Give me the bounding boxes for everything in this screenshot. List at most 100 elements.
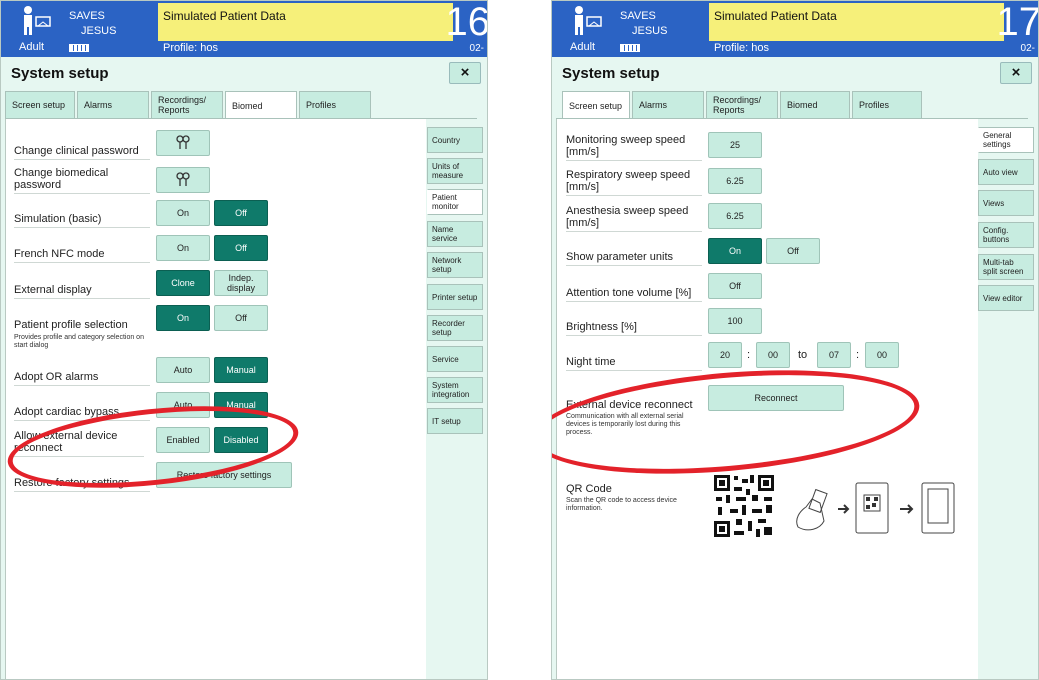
time-separator: : (747, 349, 751, 361)
night-time-from-minute[interactable]: 00 (756, 342, 790, 368)
patient-type: Adult (19, 41, 45, 53)
patient-icon (575, 6, 602, 35)
battery-icon (69, 44, 89, 52)
side-tab-name-service[interactable]: Name service (427, 221, 483, 247)
external-display-indep-button[interactable]: Indep. display (214, 270, 268, 296)
side-tab-auto-view[interactable]: Auto view (978, 159, 1034, 185)
reconnect-button[interactable]: Reconnect (708, 385, 844, 411)
side-tab-multi-tab-split-screen[interactable]: Multi-tab split screen (978, 254, 1034, 280)
tab-biomed[interactable]: Biomed (780, 91, 850, 119)
tab-biomed[interactable]: Biomed (225, 91, 297, 121)
side-tab-network-setup[interactable]: Network setup (427, 252, 483, 278)
french-nfc-on-button[interactable]: On (156, 235, 210, 261)
side-tab-recorder-setup[interactable]: Recorder setup (427, 315, 483, 341)
side-tab-patient-monitor[interactable]: Patient monitor (427, 189, 483, 215)
side-tab-units-of-measure[interactable]: Units of measure (427, 158, 483, 184)
side-tab-system-integration[interactable]: System integration (427, 377, 483, 403)
label-external-device-reconnect: External device reconnect (566, 399, 693, 411)
date-fragment: 02- (1020, 43, 1035, 54)
side-tab-views[interactable]: Views (978, 190, 1034, 216)
show-units-off-button[interactable]: Off (766, 238, 820, 264)
label-attention-tone-volume: Attention tone volume [%] (566, 287, 702, 302)
patient-header: Adult SAVES JESUS Simulated Patient Data… (1, 1, 487, 57)
adopt-or-alarms-auto-button[interactable]: Auto (156, 357, 210, 383)
side-tab-country[interactable]: Country (427, 127, 483, 153)
patient-name-line1: SAVES (620, 10, 656, 22)
label-anesthesia-sweep-speed: Anesthesia sweep speed [mm/s] (566, 205, 702, 232)
profile-label[interactable]: Profile: hos (714, 42, 769, 54)
tab-recordings-reports[interactable]: Recordings/ Reports (706, 91, 778, 119)
battery-icon (620, 44, 640, 52)
tab-alarms[interactable]: Alarms (77, 91, 149, 119)
tab-screen-setup[interactable]: Screen setup (562, 91, 630, 121)
external-display-clone-button[interactable]: Clone (156, 270, 210, 296)
anesthesia-sweep-speed-value[interactable]: 6.25 (708, 203, 762, 229)
simulation-off-button[interactable]: Off (214, 200, 268, 226)
dialog-title-bar: System setup × (552, 57, 1038, 87)
label-show-parameter-units: Show parameter units (566, 251, 702, 266)
change-clinical-password-button[interactable] (156, 130, 210, 156)
label-adopt-cardiac-bypass: Adopt cardiac bypass (14, 406, 150, 421)
side-tab-service[interactable]: Service (427, 346, 483, 372)
label-night-time: Night time (566, 356, 702, 371)
side-tab-it-setup[interactable]: IT setup (427, 408, 483, 434)
close-button[interactable]: × (1000, 62, 1032, 84)
adopt-cardiac-bypass-manual-button[interactable]: Manual (214, 392, 268, 418)
close-button[interactable]: × (449, 62, 481, 84)
side-tab-config-buttons[interactable]: Config. buttons (978, 222, 1034, 248)
side-tab-general-settings[interactable]: General settings (978, 127, 1034, 153)
simulated-data-text: Simulated Patient Data (163, 9, 286, 23)
label-adopt-or-alarms: Adopt OR alarms (14, 371, 150, 386)
right-screen: Adult SAVES JESUS Simulated Patient Data… (551, 0, 1039, 680)
allow-reconnect-enabled-button[interactable]: Enabled (156, 427, 210, 453)
show-units-on-button[interactable]: On (708, 238, 762, 264)
patient-profile-on-button[interactable]: On (156, 305, 210, 331)
french-nfc-off-button[interactable]: Off (214, 235, 268, 261)
allow-reconnect-disabled-button[interactable]: Disabled (214, 427, 268, 453)
brightness-value[interactable]: 100 (708, 308, 762, 334)
simulation-on-button[interactable]: On (156, 200, 210, 226)
dialog-title-bar: System setup × (1, 57, 487, 87)
label-allow-external-device-reconnect: Allow external device reconnect (14, 430, 144, 457)
night-time-from-hour[interactable]: 20 (708, 342, 742, 368)
respiratory-sweep-speed-value[interactable]: 6.25 (708, 168, 762, 194)
adopt-or-alarms-manual-button[interactable]: Manual (214, 357, 268, 383)
label-french-nfc-mode: French NFC mode (14, 248, 150, 263)
tab-profiles[interactable]: Profiles (299, 91, 371, 119)
time-hour: 17 (996, 0, 1039, 44)
tab-recordings-reports[interactable]: Recordings/ Reports (151, 91, 223, 119)
external-device-reconnect-description: Communication with all external serial d… (566, 413, 684, 436)
time-separator: : (856, 349, 860, 361)
night-time-to-minute[interactable]: 00 (865, 342, 899, 368)
profile-label[interactable]: Profile: hos (163, 42, 218, 54)
patient-profile-description: Provides profile and category selection … (14, 334, 144, 349)
left-screen: Adult SAVES JESUS Simulated Patient Data… (0, 0, 488, 680)
date-fragment: 02- (469, 43, 484, 54)
side-tab-printer-setup[interactable]: Printer setup (427, 284, 483, 310)
tab-profiles[interactable]: Profiles (852, 91, 922, 119)
monitoring-sweep-speed-value[interactable]: 25 (708, 132, 762, 158)
label-monitoring-sweep-speed: Monitoring sweep speed [mm/s] (566, 134, 702, 161)
adopt-cardiac-bypass-auto-button[interactable]: Auto (156, 392, 210, 418)
tab-screen-setup[interactable]: Screen setup (5, 91, 75, 119)
patient-name-line2: JESUS (632, 25, 668, 37)
qr-code-description: Scan the QR code to access device inform… (566, 497, 677, 512)
qr-code-image (712, 473, 776, 539)
label-change-clinical-password: Change clinical password (14, 145, 150, 160)
keys-icon (176, 135, 190, 149)
side-tab-view-editor[interactable]: View editor (978, 285, 1034, 311)
patient-type: Adult (570, 41, 596, 53)
patient-icon (24, 6, 51, 35)
qr-scan-steps-illustration (796, 482, 955, 534)
night-time-to-hour[interactable]: 07 (817, 342, 851, 368)
patient-header: Adult SAVES JESUS Simulated Patient Data… (552, 1, 1038, 57)
attention-tone-volume-value[interactable]: Off (708, 273, 762, 299)
keys-icon (176, 172, 190, 186)
restore-factory-settings-button[interactable]: Restore factory settings (156, 462, 292, 488)
label-respiratory-sweep-speed: Respiratory sweep speed [mm/s] (566, 169, 702, 196)
tab-alarms[interactable]: Alarms (632, 91, 704, 119)
patient-name-line1: SAVES (69, 10, 105, 22)
simulated-data-text: Simulated Patient Data (714, 9, 837, 23)
change-biomedical-password-button[interactable] (156, 167, 210, 193)
patient-profile-off-button[interactable]: Off (214, 305, 268, 331)
